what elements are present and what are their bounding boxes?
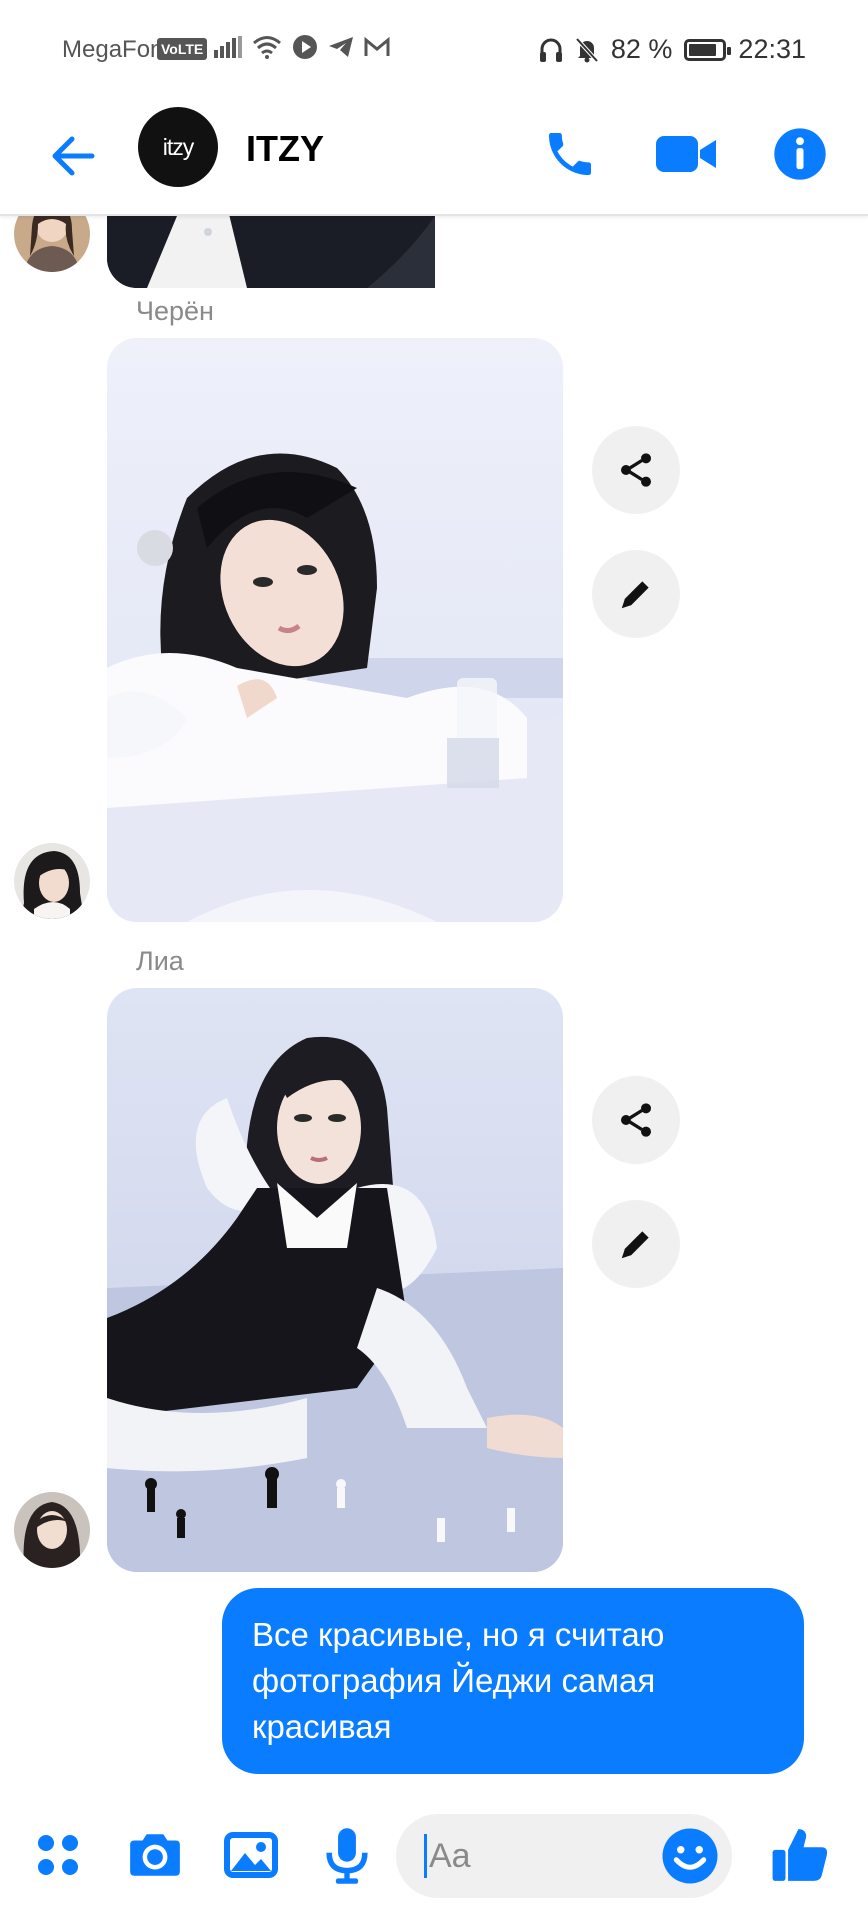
photo-image	[107, 338, 563, 922]
apps-grid-icon	[38, 1835, 78, 1875]
battery-percent: 82 %	[610, 34, 673, 64]
voice-call-button[interactable]	[536, 120, 604, 188]
avatar-photo	[14, 843, 90, 919]
edit-button[interactable]	[592, 1200, 680, 1288]
photo-image	[107, 216, 435, 288]
status-left-icons	[214, 34, 390, 60]
share-button[interactable]	[592, 1076, 680, 1164]
outgoing-message-bubble[interactable]: Все красивые, но я считаю фотография Йед…	[222, 1588, 804, 1774]
avatar-photo	[14, 216, 90, 272]
clock: 22:31	[738, 34, 806, 64]
sender-avatar[interactable]	[14, 843, 90, 919]
back-button[interactable]	[44, 126, 104, 186]
battery-icon	[684, 38, 732, 61]
chat-header: itzy ITZY	[0, 104, 868, 216]
gallery-button[interactable]	[218, 1822, 284, 1888]
emoji-icon	[662, 1828, 718, 1884]
info-icon	[774, 128, 826, 180]
share-icon	[621, 453, 651, 487]
sender-name: Черён	[136, 296, 214, 326]
image-icon	[224, 1832, 278, 1878]
photo-message[interactable]	[107, 216, 563, 288]
like-button[interactable]	[766, 1820, 836, 1890]
group-avatar[interactable]: itzy	[138, 107, 218, 187]
wifi-icon	[253, 36, 281, 59]
status-bar: MegaFon VoLTE 82 % 22:31	[0, 0, 868, 104]
pencil-icon	[621, 1231, 649, 1259]
group-avatar-text: itzy	[162, 133, 194, 160]
camera-button[interactable]	[122, 1822, 188, 1888]
info-button[interactable]	[766, 120, 834, 188]
message-list[interactable]: Черён Лиа Все красивые, но я считаю фото…	[0, 216, 868, 1796]
phone-icon	[549, 133, 591, 175]
headphones-icon	[539, 38, 562, 62]
photo-image	[107, 988, 563, 1572]
camera-icon	[130, 1834, 180, 1876]
message-text: Все красивые, но я считаю фотография Йед…	[252, 1616, 665, 1745]
battery-tip	[727, 46, 732, 55]
signal-icon	[214, 36, 242, 58]
message-input[interactable]	[424, 1834, 634, 1878]
message-input-container[interactable]	[396, 1814, 732, 1898]
sender-name: Лиа	[136, 946, 184, 976]
sender-avatar[interactable]	[14, 1492, 90, 1568]
emoji-button[interactable]	[660, 1826, 720, 1886]
carrier-name: MegaFon	[62, 36, 164, 63]
arrow-left-icon	[52, 136, 95, 176]
pencil-icon	[621, 581, 649, 609]
telegram-icon	[329, 37, 353, 57]
share-icon	[621, 1103, 651, 1137]
video-call-button[interactable]	[652, 120, 720, 188]
video-camera-icon	[656, 136, 716, 172]
composer-bar	[0, 1796, 868, 1920]
edit-button[interactable]	[592, 550, 680, 638]
more-actions-button[interactable]	[25, 1822, 91, 1888]
thumbs-up-icon	[772, 1829, 828, 1881]
photo-message[interactable]	[107, 988, 563, 1572]
bell-muted-icon	[575, 37, 599, 62]
sender-avatar[interactable]	[14, 216, 90, 272]
photo-message[interactable]	[107, 338, 563, 922]
gmail-icon	[364, 37, 390, 56]
status-right: 82 % 22:31	[539, 34, 806, 65]
battery-fill	[689, 43, 716, 56]
share-button[interactable]	[592, 426, 680, 514]
group-name[interactable]: ITZY	[246, 128, 324, 170]
play-icon	[293, 35, 317, 59]
microphone-icon	[326, 1828, 368, 1884]
avatar-photo	[14, 1492, 90, 1568]
volte-badge: VoLTE	[157, 38, 208, 60]
voice-message-button[interactable]	[314, 1822, 380, 1888]
